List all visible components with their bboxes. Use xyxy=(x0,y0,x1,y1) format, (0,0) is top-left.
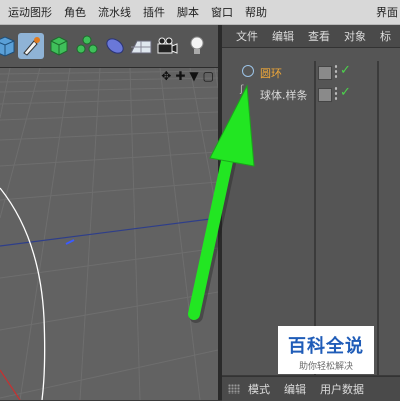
tab-edit[interactable]: 编辑 xyxy=(284,381,306,397)
menu-plugins[interactable]: 插件 xyxy=(143,4,165,20)
layer-swatch[interactable] xyxy=(318,66,332,80)
menu-help[interactable]: 帮助 xyxy=(245,4,267,20)
camera-icon[interactable] xyxy=(154,33,180,59)
green-cube-icon[interactable] xyxy=(46,33,72,59)
object-name[interactable]: 圆环 xyxy=(260,65,282,81)
spline-icon: ʃ xyxy=(240,84,244,95)
enabled-check-icon[interactable]: ✓ xyxy=(340,63,351,78)
floor-icon[interactable] xyxy=(128,33,154,59)
light-icon[interactable] xyxy=(184,33,210,59)
attribute-manager-menu: 模式 编辑 用户数据 xyxy=(222,376,400,401)
brush-icon[interactable] xyxy=(18,33,44,59)
tab-user-data[interactable]: 用户数据 xyxy=(320,381,364,397)
menu-character[interactable]: 角色 xyxy=(64,4,86,20)
column-separator xyxy=(377,61,379,375)
object-manager: 文件 编辑 查看 对象 标 圆环 ✓ ʃ 球体.样条 ✓ xyxy=(222,25,400,375)
watermark-subtitle: 助你轻松解决 xyxy=(298,362,353,372)
object-list: 圆环 ✓ ʃ 球体.样条 ✓ xyxy=(222,61,400,105)
menu-layout[interactable]: 界面 xyxy=(376,4,398,20)
visibility-dots[interactable] xyxy=(334,64,338,78)
grip-icon[interactable] xyxy=(228,384,240,394)
menu-mograph[interactable]: 运动图形 xyxy=(8,4,52,20)
maximize-view-icon[interactable]: ▢ xyxy=(203,70,214,82)
watermark-title: 百科全说 xyxy=(288,336,364,357)
visibility-dots[interactable] xyxy=(334,86,338,100)
tab-edit[interactable]: 编辑 xyxy=(272,28,294,44)
layer-swatch[interactable] xyxy=(318,88,332,102)
menu-pipeline[interactable]: 流水线 xyxy=(98,4,131,20)
perspective-grid xyxy=(0,68,218,400)
enabled-check-icon[interactable]: ✓ xyxy=(340,85,351,100)
rotate-view-icon[interactable]: ▼ xyxy=(189,70,198,82)
deformer-icon[interactable] xyxy=(102,33,128,59)
cube-icon[interactable] xyxy=(0,33,18,59)
3d-viewport[interactable]: ✥ ✚ ▼ ▢ xyxy=(0,68,218,400)
move-view-icon[interactable]: ✥ xyxy=(161,70,171,82)
list-item[interactable]: ʃ 球体.样条 ✓ xyxy=(222,83,400,105)
tab-objects[interactable]: 对象 xyxy=(344,28,366,44)
tab-file[interactable]: 文件 xyxy=(236,28,258,44)
zoom-view-icon[interactable]: ✚ xyxy=(175,70,185,82)
tab-mode[interactable]: 模式 xyxy=(248,381,270,397)
menu-window[interactable]: 窗口 xyxy=(211,4,233,20)
toolbar xyxy=(0,25,220,68)
viewport-nav-icons: ✥ ✚ ▼ ▢ xyxy=(161,70,214,82)
list-item[interactable]: 圆环 ✓ xyxy=(222,61,400,83)
tab-view[interactable]: 查看 xyxy=(308,28,330,44)
object-manager-menu: 文件 编辑 查看 对象 标 xyxy=(222,25,400,48)
circle-icon xyxy=(242,65,254,77)
tab-tags[interactable]: 标 xyxy=(380,28,391,44)
cloner-icon[interactable] xyxy=(74,33,100,59)
menu-script[interactable]: 脚本 xyxy=(177,4,199,20)
object-name[interactable]: 球体.样条 xyxy=(260,87,308,103)
watermark-logo: 百科全说 助你轻松解决 xyxy=(278,326,374,374)
menu-bar: 运动图形 角色 流水线 插件 脚本 窗口 帮助 界面 xyxy=(0,0,400,25)
